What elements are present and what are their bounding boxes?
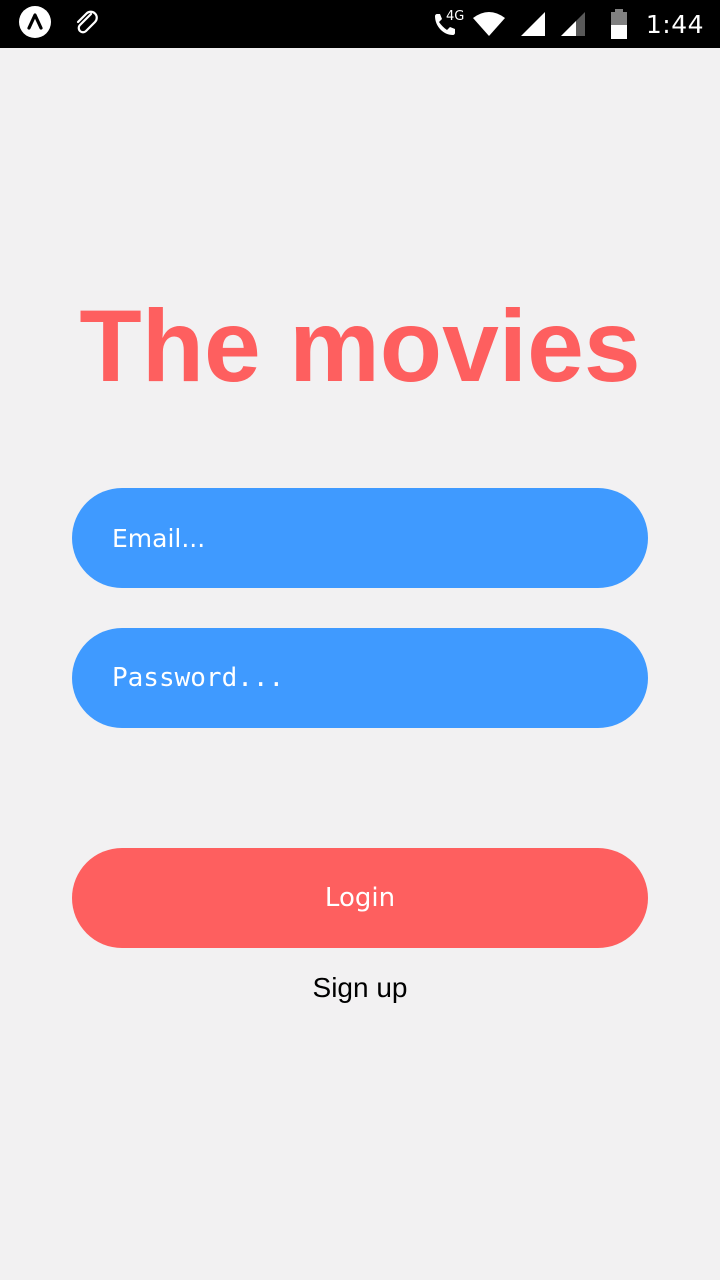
status-bar: 4G 1:44 bbox=[0, 0, 720, 48]
app-title: The movies bbox=[79, 289, 641, 403]
app-launcher-icon bbox=[18, 5, 52, 43]
status-bar-notifications bbox=[18, 5, 100, 43]
password-field[interactable] bbox=[72, 628, 648, 728]
email-field[interactable] bbox=[72, 488, 648, 588]
wifi-icon bbox=[472, 11, 506, 37]
status-bar-system: 1:44 bbox=[432, 0, 704, 48]
wifi-call-icon bbox=[432, 10, 458, 38]
login-button[interactable]: Login bbox=[72, 848, 648, 948]
status-time: 1:44 bbox=[645, 9, 704, 39]
signal-icon-2 bbox=[560, 11, 586, 37]
signup-link[interactable]: Sign up bbox=[0, 968, 720, 1008]
signal-icon bbox=[520, 11, 546, 37]
battery-icon bbox=[610, 9, 628, 39]
paperclip-icon bbox=[72, 8, 100, 40]
